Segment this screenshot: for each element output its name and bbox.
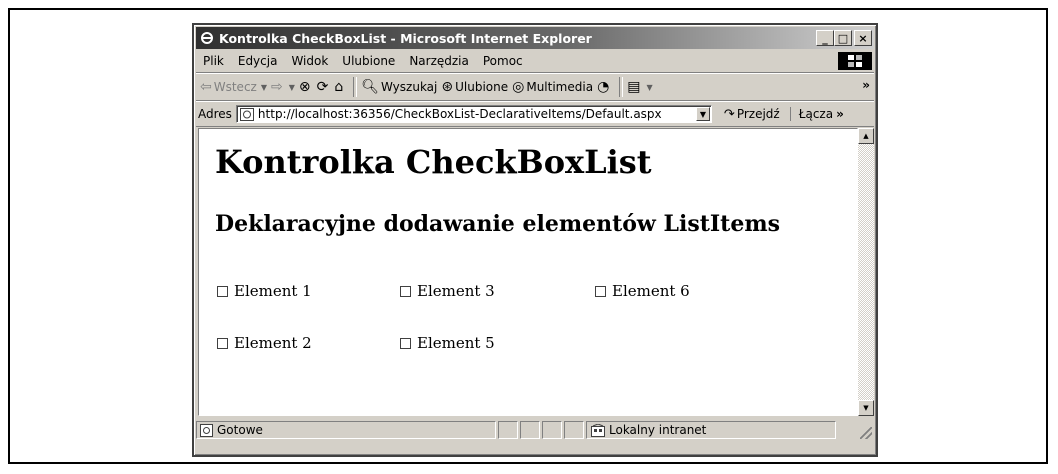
- address-url: http://localhost:36356/CheckBoxList-Decl…: [257, 107, 662, 121]
- back-button[interactable]: ⇦ Wstecz ▼: [200, 79, 267, 95]
- media-button[interactable]: ◎ Multimedia: [512, 79, 593, 95]
- address-bar: Adres http://localhost:36356/CheckBoxLis…: [196, 102, 874, 127]
- home-button[interactable]: ⌂: [334, 79, 345, 95]
- page-icon: [239, 107, 255, 121]
- links-button[interactable]: Łącza »: [789, 107, 844, 121]
- forward-button[interactable]: ⇨ ▼: [271, 79, 295, 95]
- status-pane: [564, 421, 584, 439]
- mail-dropdown-icon[interactable]: ▼: [647, 83, 653, 92]
- go-button[interactable]: ↷ Przejdź: [724, 107, 780, 122]
- status-text: Gotowe: [217, 423, 263, 437]
- title-bar[interactable]: Kontrolka CheckBoxList - Microsoft Inter…: [196, 27, 874, 49]
- page-content: Kontrolka CheckBoxList Deklaracyjne doda…: [198, 128, 858, 416]
- checkbox-box[interactable]: [217, 285, 228, 297]
- status-bar: Gotowe Lokalny intranet: [196, 419, 874, 441]
- status-pane: [498, 421, 518, 439]
- go-arrow-icon: ↷: [723, 106, 735, 122]
- menu-bar: Plik Edycja Widok Ulubione Narzędzia Pom…: [196, 50, 874, 73]
- browser-window: Kontrolka CheckBoxList - Microsoft Inter…: [192, 23, 878, 457]
- close-button[interactable]: ×: [854, 30, 872, 46]
- checkbox-element-5[interactable]: Element 5: [400, 334, 495, 352]
- media-label: Multimedia: [526, 80, 594, 94]
- address-dropdown-icon[interactable]: ▼: [695, 107, 710, 121]
- status-pane: [542, 421, 562, 439]
- checkbox-label: Element 3: [417, 282, 495, 300]
- refresh-button[interactable]: ⟳: [317, 79, 331, 95]
- menu-edit[interactable]: Edycja: [231, 54, 285, 68]
- toolbar-more-chevron[interactable]: »: [862, 78, 870, 92]
- page-done-icon: [200, 423, 213, 437]
- back-arrow-icon: ⇦: [200, 79, 212, 95]
- status-pane: [520, 421, 540, 439]
- go-label: Przejdź: [736, 107, 780, 121]
- menu-file[interactable]: Plik: [196, 54, 231, 68]
- address-label: Adres: [198, 107, 232, 121]
- checkbox-box[interactable]: [217, 337, 228, 349]
- checkbox-box[interactable]: [400, 285, 411, 297]
- mail-button[interactable]: ▤ ▼: [627, 79, 652, 95]
- resize-grip[interactable]: [860, 427, 872, 439]
- search-button[interactable]: 🔍︎ Wyszukaj: [361, 79, 437, 95]
- mail-icon: ▤: [627, 79, 641, 95]
- checkbox-element-1[interactable]: Element 1: [217, 282, 312, 300]
- address-input[interactable]: http://localhost:36356/CheckBoxList-Decl…: [235, 105, 712, 123]
- media-icon: ◎: [512, 79, 525, 95]
- windows-logo-icon: [838, 52, 872, 70]
- checkbox-element-3[interactable]: Element 3: [400, 282, 495, 300]
- favorites-star-icon: ⊛: [441, 79, 454, 95]
- toolbar: ⇦ Wstecz ▼ ⇨ ▼ ⊗ ⟳ ⌂ 🔍︎ Wyszukaj ⊛ Ulubi…: [196, 74, 874, 101]
- minimize-button[interactable]: _: [816, 30, 834, 46]
- page-heading: Kontrolka CheckBoxList: [215, 143, 652, 181]
- menu-tools[interactable]: Narzędzia: [402, 54, 476, 68]
- vertical-scrollbar[interactable]: ▲ ▼: [858, 128, 874, 416]
- window-title: Kontrolka CheckBoxList - Microsoft Inter…: [219, 30, 592, 46]
- zone-text: Lokalny intranet: [609, 423, 707, 437]
- checkbox-label: Element 1: [234, 282, 312, 300]
- status-zone-pane: Lokalny intranet: [586, 421, 836, 439]
- checkbox-label: Element 6: [612, 282, 690, 300]
- checkbox-element-6[interactable]: Element 6: [595, 282, 690, 300]
- search-label: Wyszukaj: [381, 80, 438, 94]
- scroll-up-arrow-icon[interactable]: ▲: [858, 128, 874, 144]
- scroll-down-arrow-icon[interactable]: ▼: [858, 400, 874, 416]
- links-label: Łącza: [798, 107, 834, 121]
- intranet-zone-icon: [591, 423, 605, 437]
- toolbar-separator: [619, 77, 624, 97]
- stop-icon: ⊗: [298, 79, 311, 95]
- back-dropdown-icon[interactable]: ▼: [261, 83, 267, 92]
- home-icon: ⌂: [334, 79, 344, 95]
- search-icon: 🔍︎: [361, 79, 380, 95]
- menu-view[interactable]: Widok: [284, 54, 335, 68]
- favorites-label: Ulubione: [455, 80, 509, 94]
- menu-favorites[interactable]: Ulubione: [335, 54, 402, 68]
- links-more-chevron[interactable]: »: [836, 107, 844, 121]
- history-button[interactable]: ◔: [597, 79, 611, 95]
- checkbox-label: Element 5: [417, 334, 495, 352]
- maximize-button[interactable]: □: [834, 30, 852, 46]
- status-main-pane: Gotowe: [196, 421, 496, 439]
- checkbox-label: Element 2: [234, 334, 312, 352]
- stop-button[interactable]: ⊗: [299, 79, 313, 95]
- refresh-icon: ⟳: [316, 79, 329, 95]
- favorites-button[interactable]: ⊛ Ulubione: [441, 79, 508, 95]
- history-icon: ◔: [597, 79, 610, 95]
- page-subheading: Deklaracyjne dodawanie elementów ListIte…: [215, 211, 781, 237]
- checkbox-box[interactable]: [595, 285, 606, 297]
- back-label: Wstecz: [213, 80, 257, 94]
- toolbar-separator: [353, 77, 358, 97]
- menu-help[interactable]: Pomoc: [476, 54, 530, 68]
- forward-arrow-icon: ⇨: [271, 79, 283, 95]
- ie-icon: [199, 30, 215, 46]
- checkbox-box[interactable]: [400, 337, 411, 349]
- forward-dropdown-icon[interactable]: ▼: [289, 83, 295, 92]
- checkbox-element-2[interactable]: Element 2: [217, 334, 312, 352]
